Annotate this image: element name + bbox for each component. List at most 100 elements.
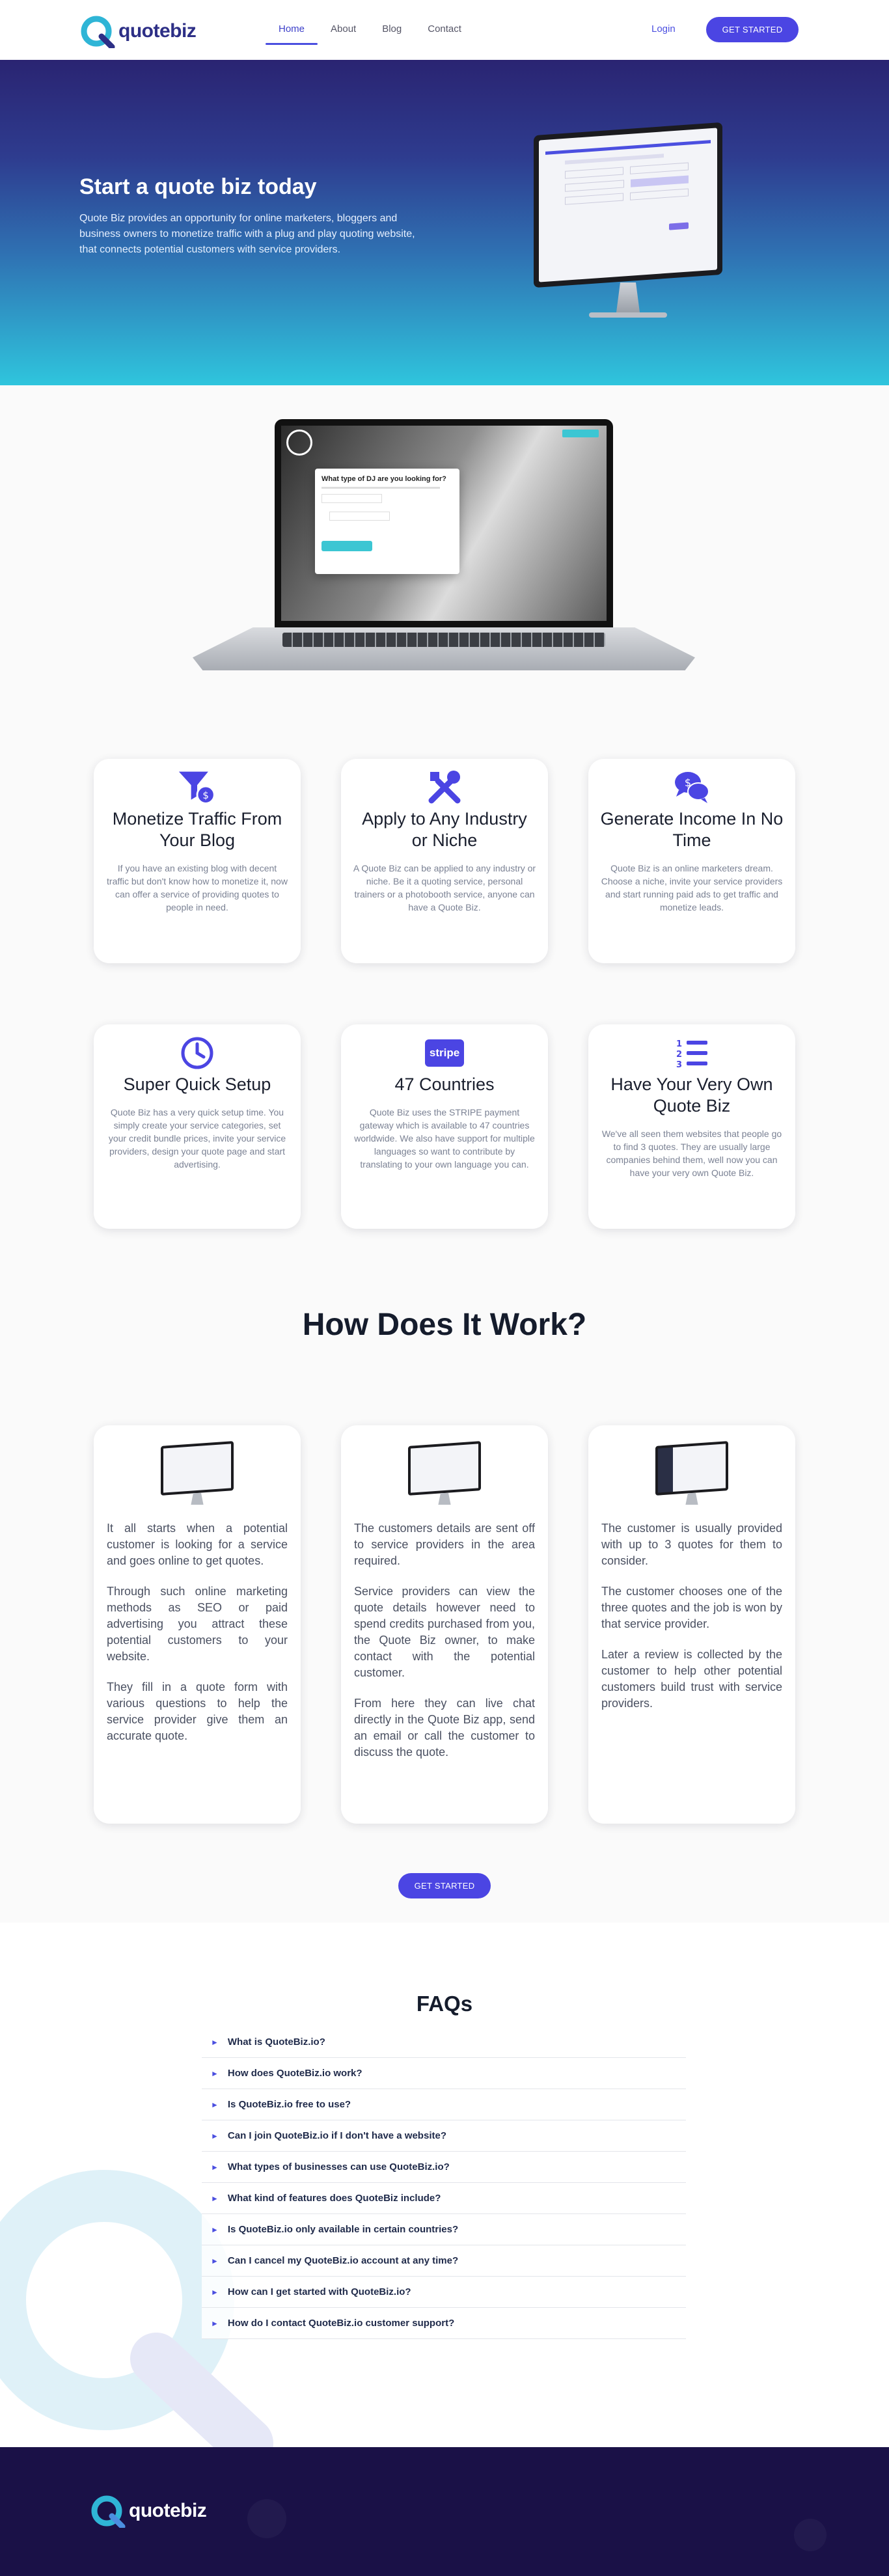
svg-text:2: 2 [676,1050,682,1060]
cta-strip: GET STARTED [0,1851,889,1923]
how-paragraph: The customer chooses one of the three qu… [601,1585,782,1630]
faq-question: Is QuoteBiz.io free to use? [227,2099,351,2110]
tools-icon [425,768,464,807]
how-paragraph: Through such online marketing methods as… [107,1585,288,1663]
faq-item[interactable]: ► How do I contact QuoteBiz.io customer s… [202,2308,686,2339]
faq-item[interactable]: ► What is QuoteBiz.io? [202,2027,686,2058]
how-paragraph: The customers details are sent off to se… [354,1522,535,1567]
get-started-button[interactable]: GET STARTED [398,1873,491,1898]
nav-about[interactable]: About [318,20,369,38]
faq-question: What kind of features does QuoteBiz incl… [227,2193,441,2204]
faq-question: Is QuoteBiz.io only available in certain… [227,2224,459,2235]
feature-card: stripe 47 Countries Quote Biz uses the S… [341,1024,548,1229]
faq-question: Can I join QuoteBiz.io if I don't have a… [227,2130,446,2141]
how-paragraph: The customer is usually provided with up… [601,1522,782,1567]
faq-list: ► What is QuoteBiz.io? ► How does QuoteBiz… [202,2027,686,2339]
feature-card: Apply to Any Industry or Niche A Quote B… [341,759,548,963]
faq-item[interactable]: ► How does QuoteBiz.io work? [202,2058,686,2089]
faq-question: How do I contact QuoteBiz.io customer su… [227,2318,455,2329]
how-card: It all starts when a potential customer … [94,1425,301,1824]
feature-title: Super Quick Setup [123,1075,271,1094]
hero-monitor-image [534,122,722,318]
feature-title: Have Your Very Own Quote Biz [610,1075,773,1116]
faq-item[interactable]: ► How can I get started with QuoteBiz.io? [202,2277,686,2308]
svg-text:$: $ [202,789,209,801]
get-started-button[interactable]: GET STARTED [706,17,799,42]
feature-card: $ Generate Income In No Time Quote Biz i… [588,759,795,963]
monitor-image [161,1441,234,1509]
feature-card: $ Monetize Traffic From Your Blog If you… [94,759,301,963]
login-link[interactable]: Login [651,23,676,34]
laptop-preview-section: What type of DJ are you looking for? [0,385,889,717]
site-footer: quotebiz [0,2447,889,2576]
nav-blog[interactable]: Blog [369,20,415,38]
logo-q-icon [81,16,115,48]
faq-section: FAQs ► What is QuoteBiz.io? ► How does Quo… [0,1923,889,2447]
feature-card: 123 Have Your Very Own Quote Biz We've a… [588,1024,795,1229]
faq-item[interactable]: ► Is QuoteBiz.io only available in certai… [202,2214,686,2245]
how-it-works-section: How Does It Work? It all starts when a p… [0,1289,889,1851]
chat-dollar-icon: $ [672,768,711,807]
faq-question: How does QuoteBiz.io work? [227,2068,362,2079]
faq-item[interactable]: ► Is QuoteBiz.io free to use? [202,2089,686,2120]
logo-text: quotebiz [129,2500,207,2521]
how-paragraph: They fill in a quote form with various q… [107,1680,288,1742]
feature-text: Quote Biz is an online marketers dream. … [601,863,783,912]
how-card: The customer is usually provided with up… [588,1425,795,1824]
hero-title: Start a quote biz today [79,174,317,199]
how-title: How Does It Work? [302,1308,587,1342]
clock-icon [178,1034,217,1073]
logo-text: quotebiz [118,20,197,42]
faq-question: What is QuoteBiz.io? [227,2036,325,2048]
feature-text: If you have an existing blog with decent… [107,863,288,912]
feature-card: Super Quick Setup Quote Biz has a very q… [94,1024,301,1229]
how-paragraph: From here they can live chat directly in… [354,1697,535,1759]
chevron-right-icon: ► [211,2162,219,2172]
chevron-right-icon: ► [211,2131,219,2141]
chevron-right-icon: ► [211,2256,219,2266]
faq-item[interactable]: ► Can I join QuoteBiz.io if I don't have … [202,2120,686,2152]
chevron-right-icon: ► [211,2193,219,2203]
feature-text: Quote Biz uses the STRIPE payment gatewa… [354,1107,535,1170]
faq-title: FAQs [416,1992,473,2016]
chevron-right-icon: ► [211,2068,219,2078]
feature-text: Quote Biz has a very quick setup time. Y… [108,1107,286,1170]
stripe-icon: stripe [424,1034,465,1073]
faq-item[interactable]: ► Can I cancel my QuoteBiz.io account at … [202,2245,686,2277]
footer-logo[interactable]: quotebiz [90,2494,207,2528]
feature-title: 47 Countries [394,1075,495,1094]
feature-title: Monetize Traffic From Your Blog [112,809,282,850]
nav-home[interactable]: Home [266,20,318,45]
faq-question: What types of businesses can use QuoteBi… [227,2161,450,2172]
how-card: The customers details are sent off to se… [341,1425,548,1824]
chevron-right-icon: ► [211,2100,219,2109]
feature-title: Apply to Any Industry or Niche [362,809,527,850]
chevron-right-icon: ► [211,2037,219,2047]
feature-text: A Quote Biz can be applied to any indust… [353,863,536,912]
faq-question: How can I get started with QuoteBiz.io? [227,2286,411,2297]
chevron-right-icon: ► [211,2287,219,2297]
faq-question: Can I cancel my QuoteBiz.io account at a… [227,2255,459,2266]
nav-contact[interactable]: Contact [415,20,474,38]
features-section: $ Monetize Traffic From Your Blog If you… [0,717,889,1289]
monitor-image [408,1441,481,1509]
chevron-right-icon: ► [211,2318,219,2328]
chevron-right-icon: ► [211,2225,219,2234]
funnel-dollar-icon: $ [178,768,217,807]
dialog-title: What type of DJ are you looking for? [321,475,446,483]
svg-text:1: 1 [676,1039,682,1049]
how-paragraph: It all starts when a potential customer … [107,1522,288,1567]
hero-description: Quote Biz provides an opportunity for on… [79,213,415,255]
faq-item[interactable]: ► What types of businesses can use QuoteB… [202,2152,686,2183]
site-header: quotebiz Home About Blog Contact Login G… [0,0,889,60]
faq-item[interactable]: ► What kind of features does QuoteBiz inc… [202,2183,686,2214]
quote-dialog-preview: What type of DJ are you looking for? [315,469,459,574]
monitor-image [655,1441,728,1509]
svg-text:3: 3 [676,1060,682,1070]
headphones-logo-icon [286,430,312,456]
logo-q-icon [91,2495,126,2528]
how-paragraph: Later a review is collected by the custo… [601,1648,782,1710]
logo[interactable]: quotebiz [79,14,197,48]
stripe-icon-text: stripe [424,1039,465,1067]
how-paragraph: Service providers can view the quote det… [354,1585,535,1679]
